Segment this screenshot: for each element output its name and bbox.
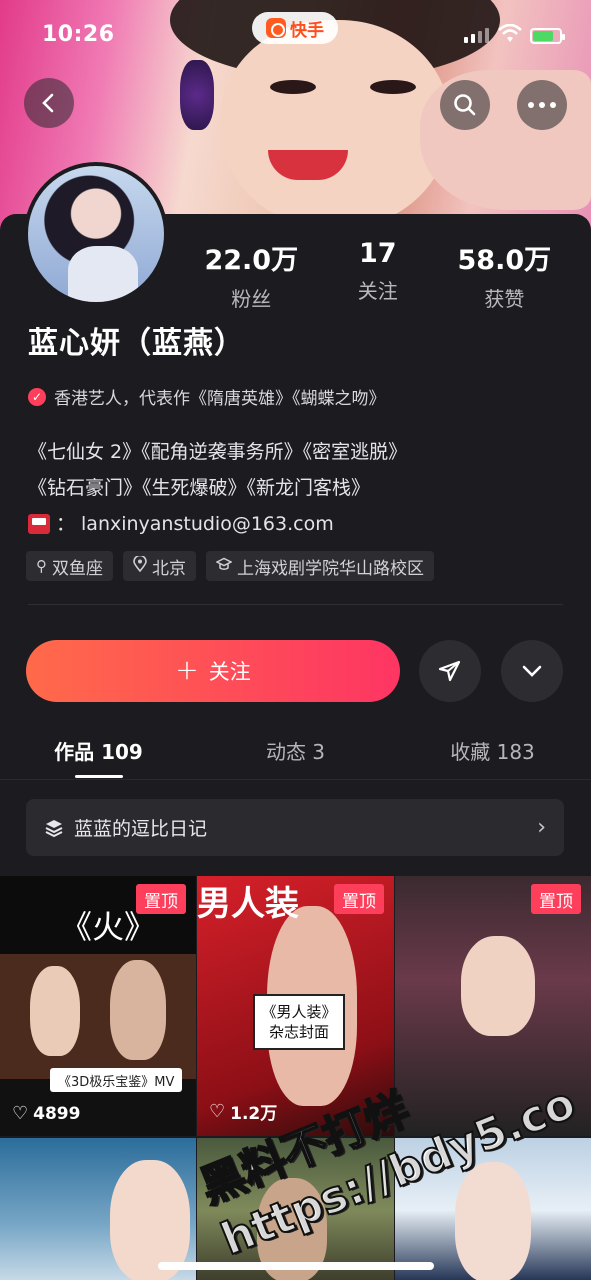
tab-moments-label: 动态 3 — [265, 740, 326, 764]
profile-name: 蓝心妍（蓝燕） — [28, 326, 245, 361]
expand-recommendations-button[interactable] — [501, 640, 563, 702]
video-likes: ♡ 1.2万 — [209, 1099, 277, 1124]
cover-eye-right — [370, 80, 416, 94]
thumbnail-figure — [455, 1162, 531, 1280]
search-button[interactable] — [440, 80, 490, 130]
tag-zodiac-label: 双鱼座 — [52, 558, 103, 579]
tab-favorites-label: 收藏 183 — [450, 740, 535, 764]
status-time: 10:26 — [42, 22, 115, 47]
cover-eye-left — [270, 80, 316, 94]
tab-moments[interactable]: 动态 3 — [197, 728, 394, 780]
email-prefix: ： — [56, 513, 76, 535]
email-text: lanxinyanstudio@163.com — [81, 513, 334, 535]
avatar[interactable] — [24, 162, 168, 306]
pinned-badge: 置顶 — [136, 884, 186, 914]
app-indicator-pill: 快手 — [252, 12, 338, 44]
mailbox-icon — [28, 514, 50, 534]
collection-row[interactable]: 蓝蓝的逗比日记 › — [26, 799, 564, 856]
back-button[interactable] — [24, 78, 74, 128]
video-caption: 《3D极乐宝鉴》MV — [50, 1068, 183, 1092]
stat-likes-value: 58.0万 — [457, 245, 552, 276]
heart-icon: ♡ — [209, 1101, 226, 1122]
video-tile[interactable] — [197, 1138, 394, 1280]
verification-text: 香港艺人，代表作《隋唐英雄》《蝴蝶之吻》 — [54, 389, 386, 409]
video-tile[interactable]: 男人装 《男人装》杂志封面 置顶 ♡ 1.2万 — [197, 876, 394, 1136]
thumbnail-figure — [461, 936, 535, 1036]
video-tile[interactable] — [395, 1138, 591, 1280]
share-button[interactable] — [419, 640, 481, 702]
tag-school: 上海戏剧学院华山路校区 — [206, 551, 434, 581]
profile-tags: ⚲ 双鱼座 北京 上海戏剧学院华山路校区 — [26, 551, 434, 581]
tab-works-label: 作品 109 — [54, 740, 143, 764]
thumbnail-figure — [110, 960, 166, 1060]
stat-fans-value: 22.0万 — [204, 245, 299, 276]
battery-icon — [530, 28, 565, 44]
send-icon — [438, 660, 461, 682]
video-likes: ♡ 4899 — [12, 1103, 80, 1124]
profile-bio: 《七仙女 2》《配角逆袭事务所》《密室逃脱》 《钻石豪门》《生死爆破》《新龙门客… — [28, 434, 407, 542]
chevron-down-icon — [522, 665, 542, 677]
profile-stats: 22.0万 粉丝 17 关注 58.0万 获赞 — [188, 238, 568, 312]
magazine-brand: 男人装 — [197, 884, 299, 924]
video-likes-count: 1.2万 — [230, 1104, 278, 1124]
collection-label: 蓝蓝的逗比日记 — [74, 818, 208, 840]
tab-favorites[interactable]: 收藏 183 — [394, 728, 591, 780]
stat-fans[interactable]: 22.0万 粉丝 — [188, 238, 315, 312]
tag-school-label: 上海戏剧学院华山路校区 — [237, 558, 424, 579]
kuaishou-logo-icon — [266, 18, 286, 38]
verification-line: ✓ 香港艺人，代表作《隋唐英雄》《蝴蝶之吻》 — [28, 384, 386, 409]
stat-following[interactable]: 17 关注 — [315, 238, 442, 312]
app-name: 快手 — [290, 20, 324, 41]
heart-icon: ♡ — [12, 1103, 29, 1124]
home-indicator[interactable] — [158, 1262, 434, 1270]
verified-badge-icon: ✓ — [28, 387, 46, 406]
stat-likes-label: 获赞 — [484, 287, 525, 311]
wifi-icon — [498, 23, 522, 49]
bio-line-1: 《七仙女 2》《配角逆袭事务所》《密室逃脱》 — [28, 441, 408, 463]
profile-tabs: 作品 109 动态 3 收藏 183 — [0, 728, 591, 780]
video-likes-count: 4899 — [33, 1103, 81, 1124]
school-icon — [215, 557, 233, 575]
plus-icon: + — [175, 653, 199, 686]
video-tile[interactable] — [0, 1138, 196, 1280]
bio-email-line: ： lanxinyanstudio@163.com — [28, 506, 407, 542]
follow-button[interactable]: + 关注 — [26, 640, 400, 702]
video-tile[interactable]: 《火》 《3D极乐宝鉴》MV 置顶 ♡ 4899 — [0, 876, 196, 1136]
signal-icon — [464, 28, 489, 43]
thumbnail-figure — [30, 966, 80, 1056]
video-grid: 《火》 《3D极乐宝鉴》MV 置顶 ♡ 4899 男人装 《男人装》杂志封面 置… — [0, 876, 591, 1280]
cover-earring-shape — [180, 60, 214, 130]
chevron-left-icon — [42, 93, 54, 113]
more-options-button[interactable] — [517, 80, 567, 130]
chevron-right-icon: › — [537, 815, 546, 840]
layers-icon — [45, 819, 63, 837]
stat-following-label: 关注 — [357, 279, 398, 303]
active-tab-indicator — [75, 775, 123, 778]
follow-button-label: 关注 — [208, 660, 251, 684]
location-icon — [133, 554, 147, 576]
video-tile[interactable]: 置顶 — [395, 876, 591, 1136]
stat-likes[interactable]: 58.0万 获赞 — [441, 238, 568, 312]
tag-location: 北京 — [123, 551, 196, 581]
stat-following-value: 17 — [359, 238, 397, 269]
zodiac-icon: ⚲ — [36, 557, 47, 575]
bio-line-2: 《钻石豪门》《生死爆破》《新龙门客栈》 — [28, 477, 371, 499]
tag-location-label: 北京 — [152, 558, 186, 579]
status-bar: 10:26 快手 — [0, 0, 591, 70]
more-dots-icon — [528, 102, 556, 108]
pinned-badge: 置顶 — [531, 884, 581, 914]
search-icon — [454, 94, 476, 116]
tab-divider — [0, 779, 591, 780]
video-caption: 《男人装》杂志封面 — [253, 994, 345, 1050]
tab-works[interactable]: 作品 109 — [0, 728, 197, 780]
pinned-badge: 置顶 — [334, 884, 384, 914]
stat-fans-label: 粉丝 — [231, 287, 272, 311]
tag-zodiac: ⚲ 双鱼座 — [26, 551, 113, 581]
divider — [28, 604, 563, 605]
